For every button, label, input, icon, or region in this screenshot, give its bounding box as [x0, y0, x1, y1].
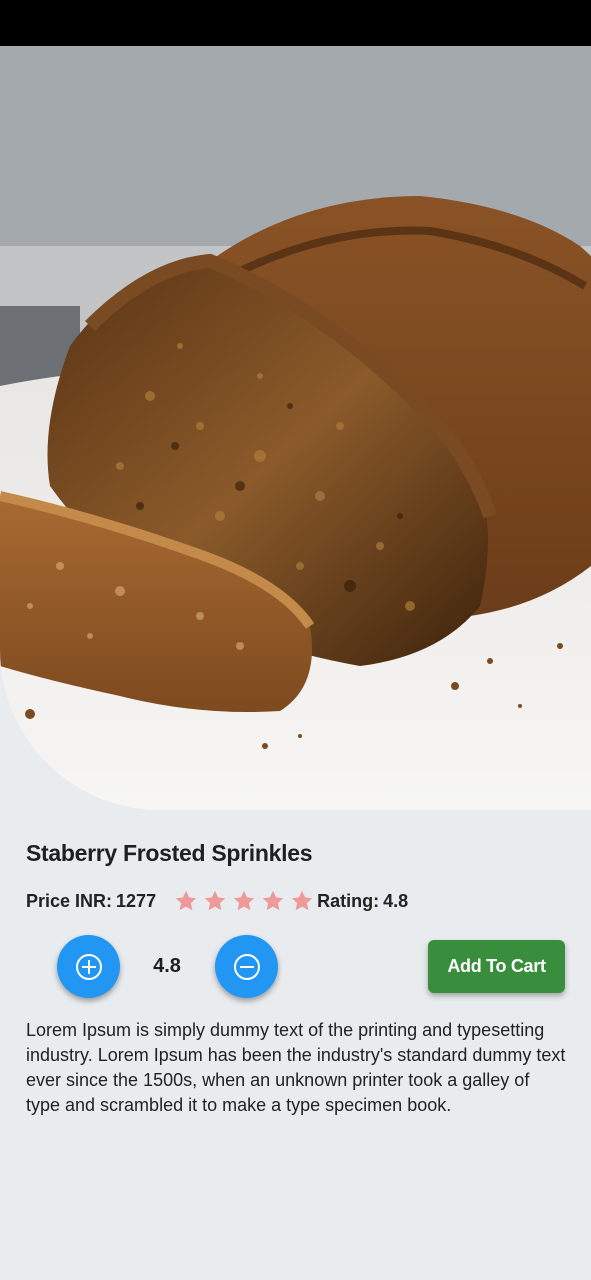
star-icon [291, 890, 313, 911]
quantity-value: 4.8 [153, 955, 181, 977]
product-image [0, 46, 591, 810]
product-title: Staberry Frosted Sprinkles [26, 840, 313, 866]
rating-stars [174, 889, 319, 913]
plus-circle-icon [75, 953, 102, 980]
star-icon [175, 890, 197, 911]
minus-circle-icon [233, 953, 260, 980]
decrease-quantity-button[interactable] [215, 935, 278, 998]
rating-label: Rating: [317, 890, 380, 911]
star-icon [262, 890, 284, 911]
star-icon [204, 890, 226, 911]
increase-quantity-button[interactable] [57, 935, 120, 998]
price-rating-row: Price INR: 1277 Rating: 4.8 [26, 886, 408, 916]
price-label: Price INR: [26, 890, 113, 911]
star-icon [233, 890, 255, 911]
add-to-cart-button[interactable]: Add To Cart [428, 940, 565, 993]
price-value: 1277 [116, 890, 157, 911]
rating-value: 4.8 [383, 890, 409, 911]
product-description: Lorem Ipsum is simply dummy text of the … [26, 1020, 566, 1115]
status-bar [0, 0, 591, 46]
